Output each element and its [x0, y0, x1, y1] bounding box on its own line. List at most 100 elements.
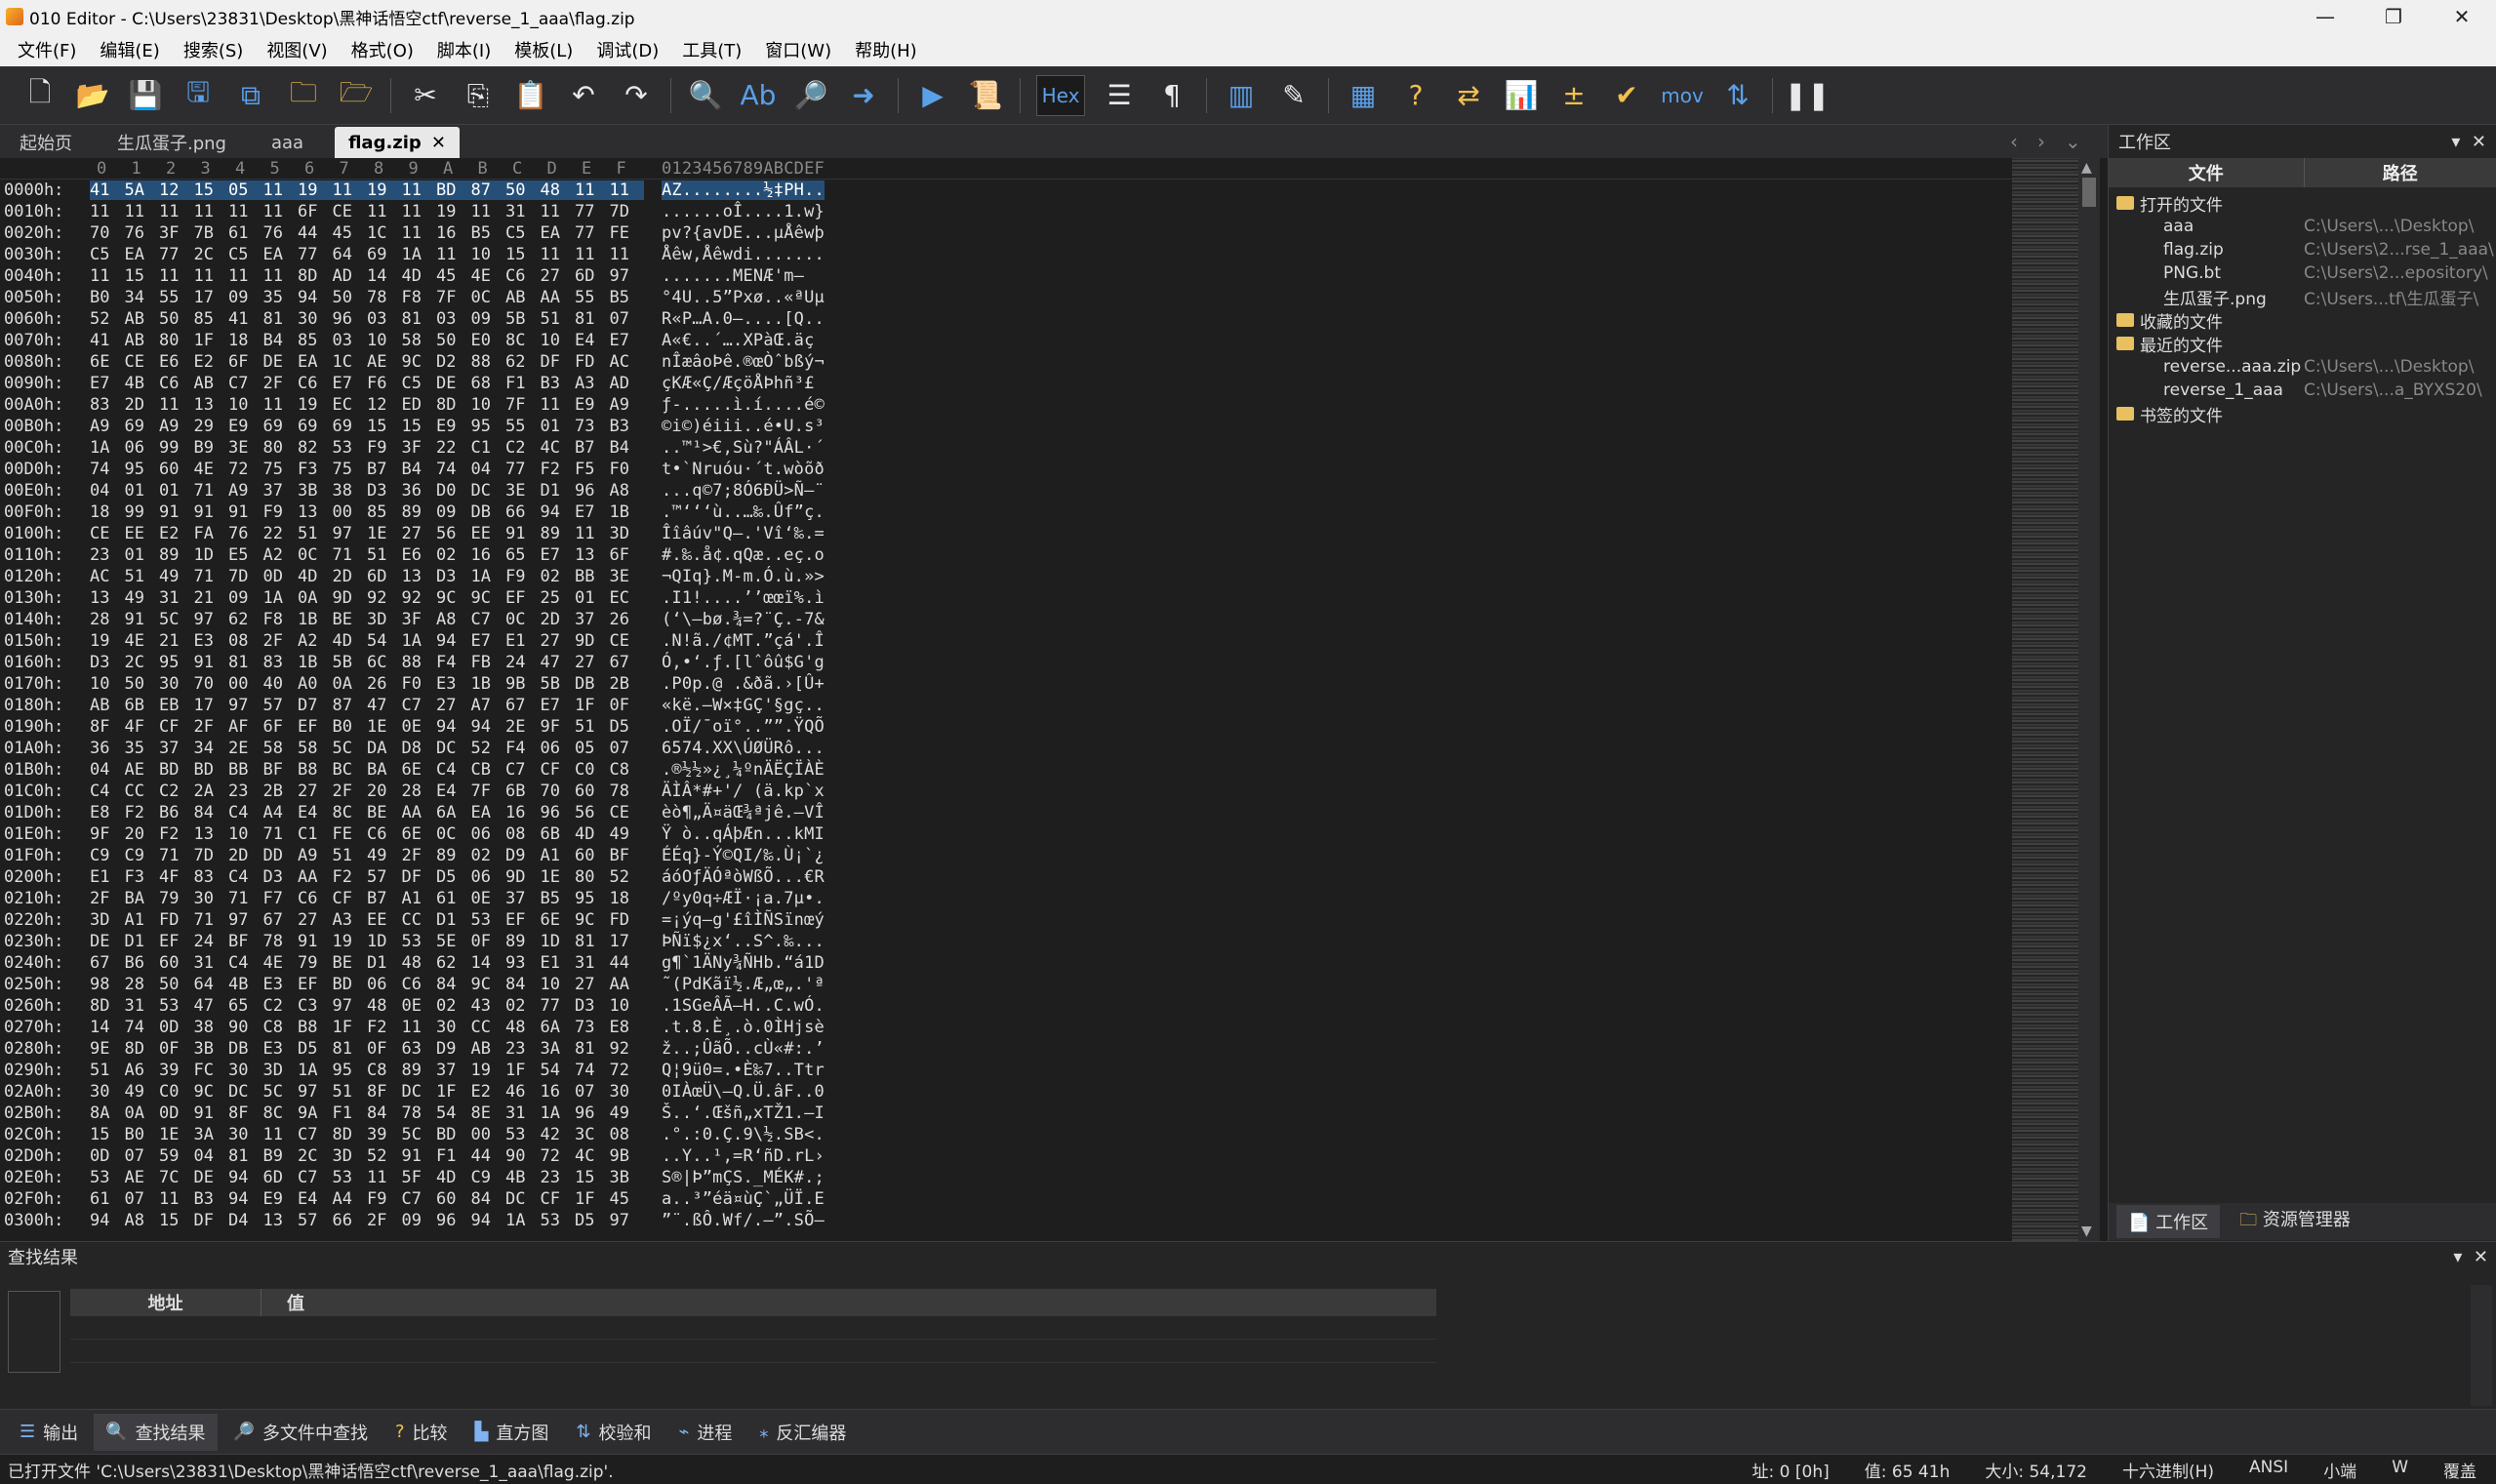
row-ascii[interactable]: pv?{avDE...µÅêwþ	[646, 223, 825, 243]
tab-workspace[interactable]: 📄 工作区	[2116, 1205, 2221, 1238]
hex-byte[interactable]: 9F	[90, 824, 125, 844]
hex-byte[interactable]: 58	[263, 739, 299, 758]
hex-byte[interactable]: 91	[194, 502, 229, 522]
hex-byte[interactable]: B7	[367, 460, 402, 479]
hex-byte[interactable]: 4D	[402, 266, 437, 286]
hex-byte[interactable]: D3	[436, 567, 471, 586]
hex-byte[interactable]: 8D	[90, 996, 125, 1016]
hex-row[interactable]: 01A0h: 36 35 37 34 2E 58 58 5C DA D8 DC 52 F4 06 05 07 65…	[0, 738, 2049, 759]
hex-byte[interactable]: C7	[402, 1189, 437, 1209]
row-bytes[interactable]: 98 28 50 64 4B E3 EF BD 06 C6 84 9C 84 10 27 AA	[90, 975, 646, 994]
hex-byte[interactable]: 22	[436, 438, 471, 458]
hex-byte[interactable]: A0	[298, 674, 333, 694]
row-bytes[interactable]: 8F 4F CF 2F AF 6F EF B0 1E 0E 94 94 2E 9F 51 D5	[90, 717, 646, 737]
hex-byte[interactable]: 96	[575, 481, 610, 501]
hex-byte[interactable]: B0	[125, 1125, 160, 1144]
hex-byte[interactable]: 61	[228, 223, 263, 243]
hex-byte[interactable]: 8A	[90, 1103, 125, 1123]
row-bytes[interactable]: 11 15 11 11 11 11 8D AD 14 4D 45 4E C6 27 6D 97	[90, 266, 646, 286]
row-ascii[interactable]: .°.:0.Ç.9\½.SB<.	[646, 1125, 825, 1144]
find-options-box[interactable]	[8, 1291, 60, 1373]
row-bytes[interactable]: AC 51 49 71 7D 0D 4D 2D 6D 13 D3 1A F9 02 BB 3E	[90, 567, 646, 586]
hex-byte[interactable]: C5	[505, 223, 541, 243]
hex-byte[interactable]: 07	[125, 1146, 160, 1166]
hex-byte[interactable]: 09	[228, 288, 263, 307]
row-ascii[interactable]: Îîâúv"Q—.'Vî‘‰.=	[646, 524, 825, 543]
row-ascii[interactable]: #.‰.å¢.qQæ..eç.o	[646, 545, 825, 565]
hex-byte[interactable]: 79	[159, 889, 194, 908]
hex-byte[interactable]: 88	[402, 653, 437, 672]
hex-byte[interactable]: 75	[263, 460, 299, 479]
hex-byte[interactable]: 1A	[541, 1103, 576, 1123]
hex-byte[interactable]: D3	[263, 867, 299, 887]
hex-byte[interactable]: F3	[298, 460, 333, 479]
hex-byte[interactable]: 4D	[298, 567, 333, 586]
hex-byte[interactable]: 55	[575, 288, 610, 307]
scroll-up-icon[interactable]: ▲	[2081, 160, 2092, 176]
hex-byte[interactable]: 1F	[505, 1061, 541, 1080]
hex-byte[interactable]: 11	[228, 202, 263, 221]
row-ascii[interactable]: .P0p.@ .&ðã.›[Û+	[646, 674, 825, 694]
hex-byte[interactable]: FB	[471, 653, 506, 672]
hex-row[interactable]: 01B0h: 04 AE BD BD BB BF B8 BC BA 6E C4 CB C7 CF C0 C8 .®…	[0, 759, 2049, 781]
row-ascii[interactable]: 6574.XX\ÚØÜRô...	[646, 739, 825, 758]
hex-byte[interactable]: E3	[194, 631, 229, 651]
workspace-section[interactable]: 书签的文件	[2109, 402, 2496, 426]
hex-byte[interactable]: 10	[541, 975, 576, 994]
hex-byte[interactable]: E0	[471, 331, 506, 350]
hex-byte[interactable]: 0C	[298, 545, 333, 565]
hex-byte[interactable]: CE	[125, 352, 160, 372]
hex-byte[interactable]: 84	[436, 975, 471, 994]
hex-byte[interactable]: 39	[367, 1125, 402, 1144]
row-ascii[interactable]: ..™¹>€‚Sù?"ÁÂL·´	[646, 438, 825, 458]
hex-byte[interactable]: 49	[610, 1103, 645, 1123]
hex-byte[interactable]: 85	[194, 309, 229, 329]
hex-byte[interactable]: 89	[402, 1061, 437, 1080]
hex-byte[interactable]: 7D	[194, 846, 229, 865]
operations-icon[interactable]: ±	[1555, 77, 1592, 114]
hex-row[interactable]: 0190h: 8F 4F CF 2F AF 6F EF B0 1E 0E 94 94 2E 9F 51 D5 .O…	[0, 716, 2049, 738]
hex-row[interactable]: 02F0h: 61 07 11 B3 94 E9 E4 A4 F9 C7 60 84 DC CF 1F 45 a.…	[0, 1188, 2049, 1210]
row-bytes[interactable]: CE EE E2 FA 76 22 51 97 1E 27 56 EE 91 89 11 3D	[90, 524, 646, 543]
hex-byte[interactable]: 17	[194, 696, 229, 715]
hex-byte[interactable]: 77	[541, 996, 576, 1016]
hex-byte[interactable]: 4E	[471, 266, 506, 286]
hex-byte[interactable]: AB	[505, 288, 541, 307]
hex-byte[interactable]: A9	[159, 417, 194, 436]
row-ascii[interactable]: t•`Nruóu·´t.wòõð	[646, 460, 825, 479]
hex-byte[interactable]: 5C	[263, 1082, 299, 1102]
hex-byte[interactable]: 4E	[194, 460, 229, 479]
hex-byte[interactable]: 41	[90, 180, 125, 200]
hex-byte[interactable]: 44	[471, 1146, 506, 1166]
hex-byte[interactable]: 94	[471, 1211, 506, 1230]
hex-byte[interactable]: C7	[298, 1168, 333, 1187]
hex-byte[interactable]: E6	[402, 545, 437, 565]
hex-byte[interactable]: A2	[263, 545, 299, 565]
hex-byte[interactable]: 80	[263, 438, 299, 458]
hex-byte[interactable]: 1B	[610, 502, 645, 522]
hex-byte[interactable]: 2D	[541, 610, 576, 629]
row-bytes[interactable]: E7 4B C6 AB C7 2F C6 E7 F6 C5 DE 68 F1 B3 A3 AD	[90, 374, 646, 393]
hex-byte[interactable]: DC	[402, 1082, 437, 1102]
hex-byte[interactable]: D3	[90, 653, 125, 672]
tab-output[interactable]: ☰ 输出	[8, 1414, 90, 1451]
hex-byte[interactable]: 9E	[90, 1039, 125, 1059]
hex-byte[interactable]: 4C	[541, 438, 576, 458]
hex-byte[interactable]: 81	[575, 932, 610, 951]
menu-script[interactable]: 脚本(I)	[427, 37, 501, 62]
row-bytes[interactable]: 14 74 0D 38 90 C8 B8 1F F2 11 30 CC 48 6A 73 E8	[90, 1018, 646, 1037]
hex-byte[interactable]: 53	[90, 1168, 125, 1187]
hex-byte[interactable]: 91	[298, 932, 333, 951]
hex-byte[interactable]: 1A	[298, 1061, 333, 1080]
hex-byte[interactable]: 01	[541, 417, 576, 436]
workspace-file-item[interactable]: 生瓜蛋子.png C:\Users...tf\生瓜蛋子\	[2109, 285, 2496, 309]
hex-editor[interactable]: 0123456789ABCDEF 0123456789ABCDEF 0000h:…	[0, 158, 2049, 1241]
row-ascii[interactable]: ÞÑï$¿x‘..S^.‰...	[646, 932, 825, 951]
hex-byte[interactable]: 76	[228, 524, 263, 543]
hex-row[interactable]: 0020h: 70 76 3F 7B 61 76 44 45 1C 11 16 B5 C5 EA 77 FE pv…	[0, 222, 2049, 244]
hex-byte[interactable]: 75	[333, 460, 368, 479]
row-bytes[interactable]: 83 2D 11 13 10 11 19 EC 12 ED 8D 10 7F 11 E9 A9	[90, 395, 646, 415]
hex-byte[interactable]: 2F	[90, 889, 125, 908]
hex-byte[interactable]: DA	[367, 739, 402, 758]
minimize-button[interactable]: —	[2291, 0, 2359, 33]
